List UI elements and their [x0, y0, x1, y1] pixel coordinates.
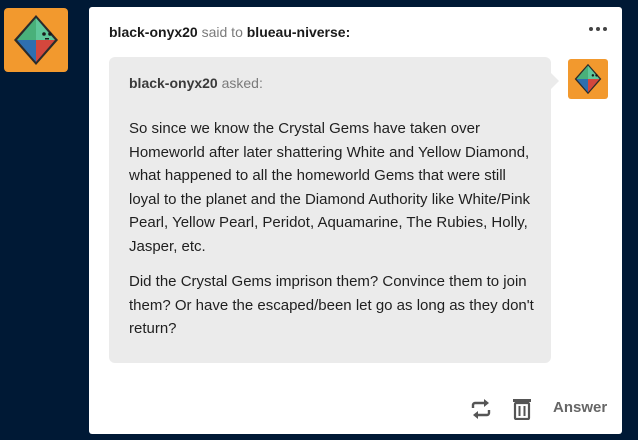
octahedron-avatar-icon [14, 15, 58, 65]
asker-avatar[interactable] [568, 59, 608, 99]
octahedron-avatar-icon [574, 63, 602, 95]
more-options-button[interactable] [586, 19, 610, 39]
asker-line: black-onyx20 asked: [129, 75, 263, 91]
asker-name[interactable]: black-onyx20 [129, 75, 218, 91]
author-avatar[interactable] [4, 8, 68, 72]
answer-button[interactable]: Answer [553, 399, 607, 416]
trash-icon [513, 399, 531, 420]
asked-label: asked: [221, 75, 263, 91]
recipient-name[interactable]: blueau-niverse: [247, 24, 350, 40]
delete-button[interactable] [510, 397, 534, 421]
ellipsis-icon [589, 27, 593, 31]
author-name[interactable]: black-onyx20 [109, 24, 198, 40]
ask-bubble: black-onyx20 asked: So since we know the… [109, 57, 559, 363]
post-header: black-onyx20 said to blueau-niverse: [109, 24, 350, 40]
said-to-label: said to [201, 24, 243, 40]
ask-question: So since we know the Crystal Gems have t… [129, 117, 534, 353]
reblog-button[interactable] [469, 397, 493, 421]
reblog-icon [471, 399, 491, 419]
post-card: black-onyx20 said to blueau-niverse: bla… [89, 7, 622, 434]
ask-paragraph: Did the Crystal Gems imprison them? Conv… [129, 273, 534, 337]
post-footer: Answer [89, 395, 622, 421]
ask-paragraph: So since we know the Crystal Gems have t… [129, 120, 531, 255]
